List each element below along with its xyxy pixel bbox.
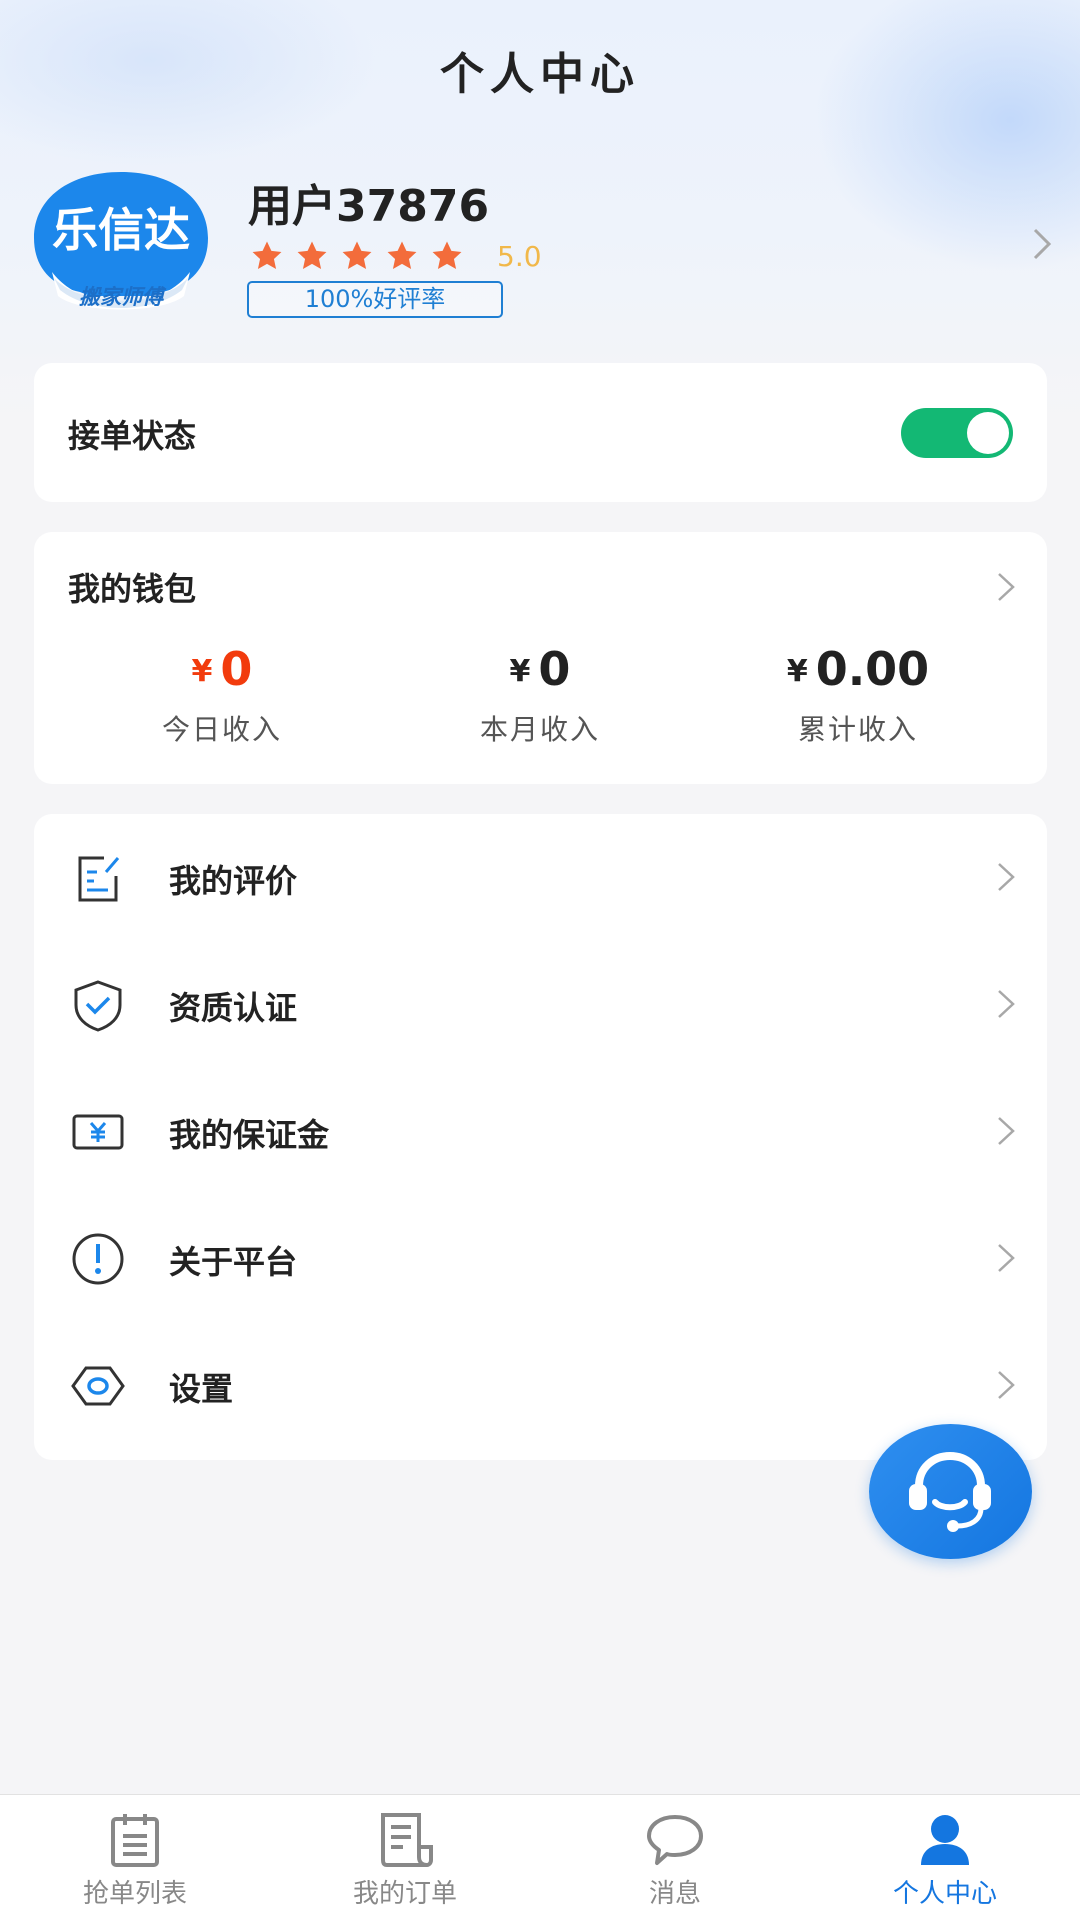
- logo-subtitle: 搬家师傅: [79, 285, 167, 309]
- total-income[interactable]: ¥0.00 累计收入: [708, 642, 1008, 748]
- tab-label: 消息: [648, 1879, 701, 1909]
- star-icon: [387, 241, 417, 270]
- menu-item-deposit[interactable]: 我的保证金: [34, 1068, 1047, 1195]
- customer-service-button[interactable]: [869, 1424, 1032, 1559]
- today-income[interactable]: ¥0 今日收入: [72, 642, 372, 748]
- star-icon: [342, 241, 372, 270]
- menu-item-qualification[interactable]: 资质认证: [34, 941, 1047, 1068]
- bottom-tab-bar: 抢单列表 我的订单 消息 个人中心: [0, 1794, 1080, 1920]
- menu-label: 设置: [169, 1370, 234, 1408]
- wallet-card[interactable]: 我的钱包 ¥0 今日收入 ¥0 本月收入 ¥0.00 累计收入: [34, 532, 1047, 784]
- order-status-toggle[interactable]: [901, 408, 1013, 458]
- menu-item-reviews[interactable]: 我的评价: [34, 814, 1047, 941]
- currency-symbol: ¥: [509, 654, 531, 689]
- wallet-title: 我的钱包: [68, 570, 197, 608]
- clipboard-list-icon: [111, 1814, 159, 1867]
- menu-label: 资质认证: [169, 989, 298, 1027]
- star-icon: [252, 241, 282, 270]
- rating-score: 5.0: [497, 239, 542, 273]
- profile-page: 个人中心 乐信达 搬家师傅 用户37876 5.0 100%好评率 接单状态 我…: [0, 0, 1080, 1920]
- customer-service-icon: [909, 1451, 991, 1532]
- logo-text: 乐信达: [52, 203, 190, 257]
- chat-bubble-icon: [647, 1815, 703, 1865]
- order-status-card: 接单状态: [34, 363, 1047, 502]
- chevron-right-icon: [998, 1371, 1015, 1399]
- star-icon: [432, 241, 462, 270]
- today-income-label: 今日收入: [161, 713, 282, 746]
- chevron-right-icon: [998, 1244, 1015, 1272]
- today-income-value: ¥0: [72, 642, 372, 698]
- total-income-value: ¥0.00: [708, 642, 1008, 698]
- menu-item-about[interactable]: 关于平台: [34, 1195, 1047, 1322]
- chevron-right-icon[interactable]: [995, 570, 1017, 604]
- today-income-amount: 0: [220, 642, 253, 696]
- app-logo-avatar[interactable]: 乐信达 搬家师傅: [32, 168, 210, 316]
- praise-rate-badge: 100%好评率: [247, 281, 503, 318]
- tab-label: 我的订单: [352, 1879, 457, 1909]
- month-income-amount: 0: [538, 642, 571, 696]
- tab-messages[interactable]: 消息: [540, 1795, 810, 1920]
- menu-label: 关于平台: [169, 1243, 298, 1281]
- yen-card-icon: [72, 1114, 124, 1150]
- tab-my-orders[interactable]: 我的订单: [270, 1795, 540, 1920]
- month-income[interactable]: ¥0 本月收入: [390, 642, 690, 748]
- menu-label: 我的保证金: [169, 1116, 330, 1154]
- edit-note-icon: [78, 856, 120, 902]
- info-circle-icon: [72, 1233, 124, 1285]
- tab-order-list[interactable]: 抢单列表: [0, 1795, 270, 1920]
- tab-profile[interactable]: 个人中心: [810, 1795, 1080, 1920]
- order-status-label: 接单状态: [68, 417, 197, 455]
- chevron-right-icon: [998, 1117, 1015, 1145]
- total-income-label: 累计收入: [797, 713, 918, 746]
- menu-card: 我的评价 资质认证 我的保证金 关于平台 设置: [34, 814, 1047, 1460]
- shield-check-icon: [74, 980, 122, 1032]
- user-icon: [921, 1815, 969, 1865]
- order-document-icon: [381, 1813, 433, 1867]
- hexagon-settings-icon: [71, 1366, 125, 1406]
- month-income-value: ¥0: [390, 642, 690, 698]
- toggle-knob: [967, 412, 1009, 454]
- page-title: 个人中心: [440, 49, 640, 100]
- chevron-right-icon: [998, 990, 1015, 1018]
- chevron-right-icon[interactable]: [1030, 226, 1054, 262]
- menu-label: 我的评价: [169, 862, 298, 900]
- currency-symbol: ¥: [191, 654, 213, 689]
- chevron-right-icon: [998, 863, 1015, 891]
- total-income-amount: 0.00: [815, 642, 930, 696]
- month-income-label: 本月收入: [479, 713, 600, 746]
- currency-symbol: ¥: [786, 654, 808, 689]
- username: 用户37876: [248, 181, 490, 232]
- star-icon: [297, 241, 327, 270]
- tab-label: 抢单列表: [82, 1879, 187, 1909]
- menu-item-settings[interactable]: 设置: [34, 1322, 1047, 1449]
- tab-label: 个人中心: [892, 1879, 997, 1909]
- rating-stars: 5.0: [250, 236, 542, 276]
